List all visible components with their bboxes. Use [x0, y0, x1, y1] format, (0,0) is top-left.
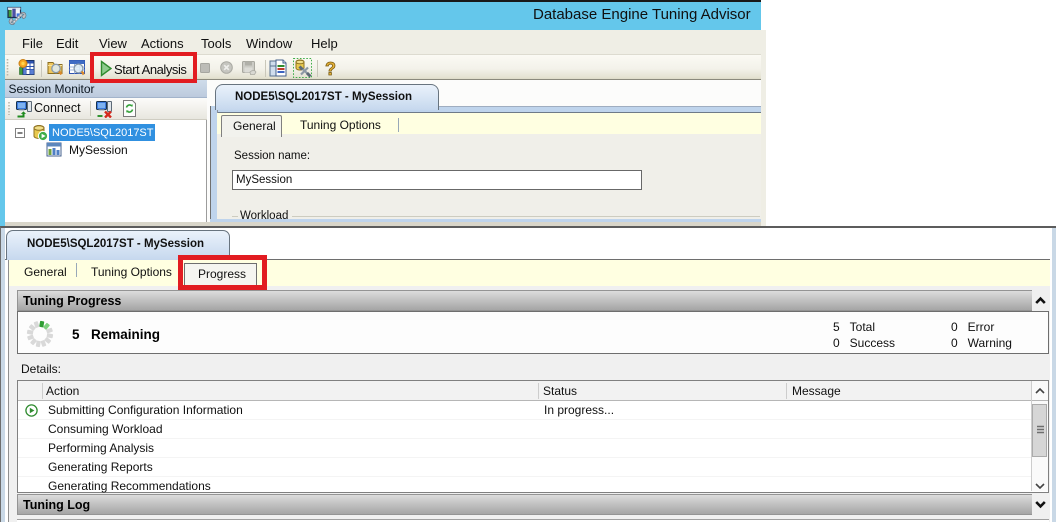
svg-text:?: ?	[325, 60, 336, 79]
